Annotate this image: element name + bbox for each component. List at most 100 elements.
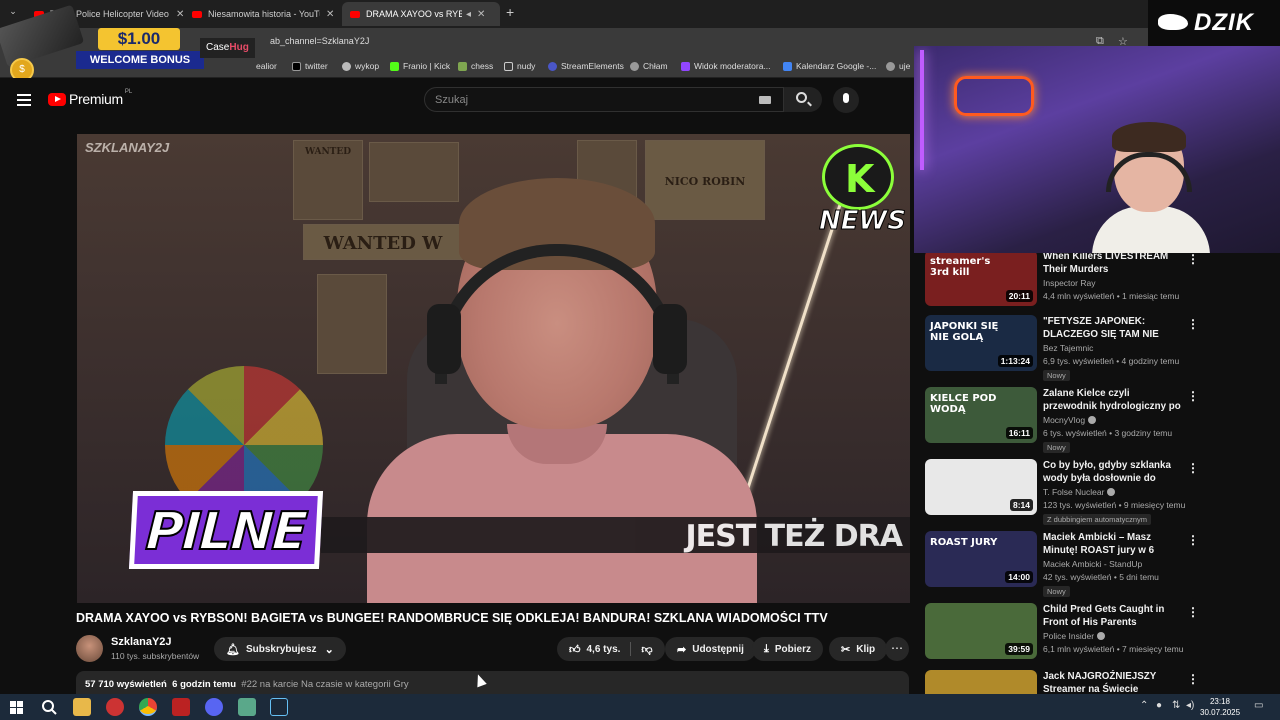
url-field[interactable]: ab_channel=SzklanaY2J [270,36,369,46]
video-title[interactable]: Child Pred Gets Caught in Front of His P… [1043,603,1183,629]
video-thumbnail[interactable]: KIELCE POD WODĄ 16:11 [925,387,1037,443]
screen: ⌄ Texas Police Helicopter Video C ✕ Nies… [0,0,1280,720]
ticker-text: JEST TEŻ DRA [685,519,903,554]
tab-close-icon[interactable]: ✕ [326,9,334,20]
tab-3-active[interactable]: DRAMA XAYOO vs RYBSON ◂ ✕ [342,2,500,26]
youtube-premium-logo[interactable]: Premium PL [48,89,133,107]
divider [630,642,632,656]
recommended-video[interactable]: 39:59 Child Pred Gets Caught in Front of … [925,603,1280,671]
channel-name[interactable]: Maciek Ambicki - StandUp [1043,559,1142,569]
video-duration: 14:00 [1005,571,1033,583]
more-options-icon[interactable]: ⋮ [1187,672,1199,686]
video-title[interactable]: Zalane Kielce czyli przewodnik hydrologi… [1043,387,1183,413]
file-explorer-icon[interactable] [73,698,91,716]
video-title[interactable]: When Killers LIVESTREAM Their Murders [1043,253,1183,276]
streamer-webcam [914,46,1280,253]
tab-close-icon[interactable]: ✕ [477,9,485,20]
trending-rank[interactable]: #22 na karcie Na czasie w kategorii Gry [241,679,408,690]
recommended-video[interactable]: KIELCE POD WODĄ 16:11 Zalane Kielce czyli … [925,387,1280,455]
voice-search-button[interactable] [833,87,859,113]
video-thumbnail[interactable]: 8:14 [925,459,1037,515]
video-meta: 6 tys. wyświetleń • 3 godziny temu [1043,428,1173,438]
app-icon[interactable] [172,698,190,716]
more-options-icon[interactable]: ⋮ [1187,605,1199,619]
channel-name[interactable]: Bez Tajemnic [1043,343,1093,353]
channel-name[interactable]: T. Folse Nuclear [1043,487,1116,497]
channel-label: Bez Tajemnic [1043,343,1094,353]
clip-button[interactable]: ✂ Klip [829,637,888,661]
more-options-icon[interactable]: ⋮ [1187,253,1199,266]
recommended-video[interactable]: streamer's 3rd kill 20:11 When Killers LIV… [925,253,1280,318]
search-icon[interactable] [40,698,58,716]
video-meta: 6,9 tys. wyświetleń • 4 godziny temu [1043,356,1180,366]
video-title[interactable]: "FETYSZE JAPONEK: DLACZEGO SIĘ TAM NIE G… [1043,315,1183,341]
subscribe-button[interactable]: 🔔︎ Subskrybujesz ⌄ [214,637,346,661]
more-options-icon[interactable]: ⋮ [1187,389,1199,403]
bookmark-item[interactable]: wykop [342,61,379,71]
bell-icon: 🔔︎ [226,643,240,656]
bookmark-item[interactable]: uje [886,61,910,71]
channel-name[interactable]: SzklanaY2J [111,636,172,648]
bookmark-label: twitter [305,61,328,71]
audio-icon[interactable]: ◂ [466,9,471,20]
bookmark-label: Widok moderatora... [694,61,771,71]
video-thumbnail[interactable]: JAPONKI SIĘ NIE GOLĄ 1:13:24 [925,315,1037,371]
more-actions-icon[interactable]: ⋯ [885,637,909,661]
bookmark-item[interactable]: Kalendarz Google -... [783,61,876,71]
app-icon[interactable] [106,698,124,716]
channel-avatar[interactable] [76,635,103,662]
notifications-icon[interactable]: ▭ [1254,700,1263,711]
like-dislike-button[interactable]: 👍︎ 4,6 tys. 👎︎ [557,637,665,661]
new-tab-button[interactable]: + [506,4,514,20]
steam-icon[interactable] [270,698,288,716]
keyboard-icon[interactable] [759,96,771,104]
video-thumbnail[interactable] [925,670,1037,694]
logo-region: PL [124,89,133,95]
microphone-icon[interactable]: ● [1156,700,1162,711]
dislike-icon[interactable]: 👎︎ [641,643,652,656]
bookmark-item[interactable]: chess [458,61,493,71]
ad-brand-logo: CaseHug [200,38,255,58]
search-button[interactable] [784,87,822,112]
system-clock[interactable]: 23:18 30.07.2025 [1200,696,1240,718]
streamer-shirt [1092,206,1210,253]
bookmark-item[interactable]: nudy [504,61,535,71]
recommended-video[interactable]: ROAST JURY 14:00 Maciek Ambicki – Masz Min… [925,531,1280,599]
recommended-video[interactable]: Jack NAJGROŹNIEJSZY Streamer na Świecie ⋮ [925,670,1280,694]
channel-name[interactable]: Inspector Ray [1043,278,1095,288]
menu-icon[interactable] [17,94,31,106]
description-box[interactable]: 57 710 wyświetleń 6 godzin temu #22 na k… [76,671,909,695]
video-title[interactable]: Co by było, gdyby szklanka wody była dos… [1043,459,1183,485]
bookmark-item[interactable]: Franio | Kick [390,61,450,71]
recommended-video[interactable]: JAPONKI SIĘ NIE GOLĄ 1:13:24 "FETYSZE JAPO… [925,315,1280,383]
channel-name[interactable]: Police Insider [1043,631,1106,641]
video-title[interactable]: Jack NAJGROŹNIEJSZY Streamer na Świecie [1043,670,1183,694]
chrome-icon[interactable] [139,698,157,716]
share-button[interactable]: ➦ Udostępnij [665,637,756,661]
tray-chevron-icon[interactable]: ⌃ [1140,700,1148,711]
clock-date: 30.07.2025 [1200,708,1241,717]
bookmark-item[interactable]: Widok moderatora... [681,61,771,71]
video-player[interactable]: WANTED NICO ROBIN WANTED W SZKLANAY2J NE… [77,134,910,603]
more-options-icon[interactable]: ⋮ [1187,533,1199,547]
download-button[interactable]: ⤓ Pobierz [752,637,823,661]
video-thumbnail[interactable]: streamer's 3rd kill 20:11 [925,253,1037,306]
bookmark-item[interactable]: twitter [292,61,328,71]
bookmark-item[interactable]: StreamElements [548,61,624,71]
more-options-icon[interactable]: ⋮ [1187,461,1199,475]
network-icon[interactable]: ⇅ [1172,700,1180,711]
share-label: Udostępnij [692,643,744,655]
volume-icon[interactable]: ◂) [1186,700,1194,711]
like-icon[interactable]: 👍︎ [569,643,581,656]
video-thumbnail[interactable]: ROAST JURY 14:00 [925,531,1037,587]
bookmark-item[interactable]: Chłam [630,61,668,71]
windows-start-icon[interactable] [10,701,23,714]
more-options-icon[interactable]: ⋮ [1187,317,1199,331]
video-thumbnail[interactable]: 39:59 [925,603,1037,659]
recommended-video[interactable]: 8:14 Co by było, gdyby szklanka wody była… [925,459,1280,527]
channel-name[interactable]: MocnyVlog [1043,415,1097,425]
app-icon[interactable] [238,698,256,716]
video-title[interactable]: Maciek Ambicki – Masz Minutę! ROAST jury… [1043,531,1183,557]
search-input[interactable]: Szukaj [424,87,784,112]
discord-icon[interactable] [205,698,223,716]
